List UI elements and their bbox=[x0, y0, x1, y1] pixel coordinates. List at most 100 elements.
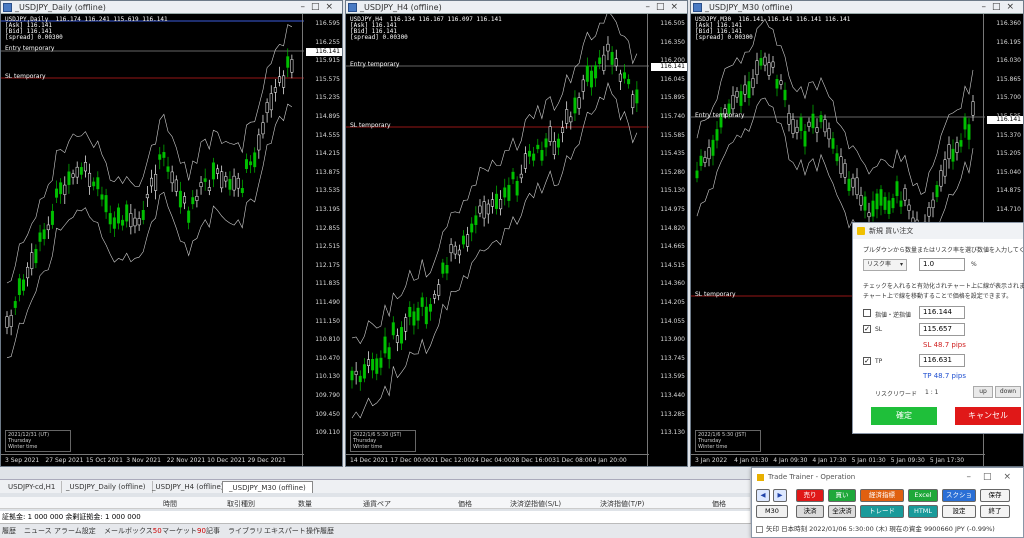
candle bbox=[387, 347, 391, 360]
hint-text-1: チェックを入れると有効化されチャート上に線が表示されます。 bbox=[863, 283, 1024, 290]
candle bbox=[495, 193, 498, 209]
confirm-button[interactable]: 確定 bbox=[871, 407, 937, 425]
time-tick: 24 Dec 04:00 bbox=[471, 457, 512, 464]
col-tp[interactable]: 決済指値(T/P) bbox=[600, 499, 644, 509]
chart-window-daily[interactable]: _USDJPY_Daily (offline) –□× USDJPY,Daily… bbox=[0, 0, 343, 467]
arrow-checkbox[interactable] bbox=[756, 525, 763, 533]
risk-mode-select[interactable]: リスク率 bbox=[863, 259, 907, 271]
price-tick: 114.665 bbox=[660, 243, 685, 251]
economic-indicator-button[interactable]: 経済指標 bbox=[860, 489, 904, 502]
sl-price-input[interactable]: 115.657 bbox=[919, 323, 965, 336]
terminal-tab[interactable]: ニュース bbox=[24, 526, 52, 536]
excel-button[interactable]: Excel bbox=[908, 489, 938, 502]
candle bbox=[253, 152, 257, 168]
save-button[interactable]: 保存 bbox=[980, 489, 1010, 502]
candle bbox=[174, 179, 178, 192]
time-tick: 14 Dec 2021 bbox=[350, 457, 389, 464]
order-icon bbox=[857, 227, 865, 235]
price-tick: 113.875 bbox=[315, 168, 340, 176]
time-scale[interactable]: 3 Sep 2021 27 Sep 2021 15 Oct 2021 3 Nov 20… bbox=[1, 454, 304, 466]
window-controls[interactable]: –□× bbox=[966, 468, 1023, 486]
tab-daily[interactable]: _USDJPY_Daily (offline) bbox=[60, 481, 153, 493]
cancel-button[interactable]: キャンセル bbox=[955, 407, 1021, 425]
col-price[interactable]: 価格 bbox=[458, 499, 472, 509]
sl-checkbox[interactable]: ✓ bbox=[863, 325, 871, 333]
terminal-tab[interactable]: ライブラリ bbox=[228, 526, 263, 536]
tab-m30[interactable]: _USDJPY_M30 (offline) bbox=[222, 481, 313, 493]
terminal-tab[interactable]: アラーム設定 bbox=[54, 526, 96, 536]
candle bbox=[121, 219, 125, 226]
candle bbox=[75, 166, 79, 178]
trainer-title-bar[interactable]: Trade Trainer - Operation –□× bbox=[752, 468, 1023, 486]
tab-h4[interactable]: _USDJPY_H4 (offline) bbox=[146, 481, 231, 493]
tab-usdjpy-h1[interactable]: USDJPY-cd,H1 bbox=[2, 481, 63, 493]
trade-button[interactable]: トレード bbox=[860, 505, 904, 518]
candle bbox=[273, 87, 277, 93]
screenshot-button[interactable]: スクショ bbox=[942, 489, 976, 502]
chart-icon bbox=[693, 3, 702, 12]
entry-checkbox[interactable] bbox=[863, 309, 871, 317]
price-scale[interactable]: 116.505 116.350 116.200 116.045 115.895 115.7… bbox=[647, 14, 687, 466]
sell-button[interactable]: 売り bbox=[796, 489, 824, 502]
candle bbox=[532, 153, 536, 161]
next-arrow-button[interactable]: ▶ bbox=[773, 489, 787, 502]
close-position-button[interactable]: 決済 bbox=[796, 505, 824, 518]
candle bbox=[416, 307, 420, 321]
price-tick: 116.595 bbox=[315, 20, 340, 27]
time-scale[interactable]: 14 Dec 2021 17 Dec 00:00 21 Dec 12:00 24 De… bbox=[346, 454, 649, 466]
candle bbox=[55, 188, 59, 198]
col-price2[interactable]: 価格 bbox=[712, 499, 726, 509]
dialog-title: 新規 買い注文 bbox=[869, 227, 914, 235]
up-button[interactable]: up bbox=[973, 386, 993, 398]
window-title-bar[interactable]: _USDJPY_M30 (offline) –□× bbox=[691, 1, 1023, 14]
buy-button[interactable]: 買い bbox=[828, 489, 856, 502]
price-tick: 109.790 bbox=[315, 392, 340, 399]
terminal-tab[interactable]: 記事 bbox=[206, 526, 220, 536]
settings-button[interactable]: 設定 bbox=[942, 505, 976, 518]
risk-input[interactable]: 1.0 bbox=[919, 258, 965, 271]
price-tick: 115.700 bbox=[996, 94, 1021, 102]
terminal-tab[interactable]: メールボックス50 bbox=[104, 526, 162, 536]
html-button[interactable]: HTML bbox=[908, 505, 938, 518]
candle bbox=[548, 126, 552, 142]
dialog-title-bar[interactable]: 新規 買い注文 bbox=[853, 223, 1023, 239]
terminal-tab[interactable]: 操作履歴 bbox=[306, 526, 334, 536]
candle bbox=[703, 157, 707, 163]
terminal-tab[interactable]: マーケット90 bbox=[162, 526, 206, 536]
sl-label: SL bbox=[875, 326, 883, 333]
terminal-tab[interactable]: エキスパート bbox=[264, 526, 306, 536]
window-title-bar[interactable]: _USDJPY_Daily (offline) –□× bbox=[1, 1, 342, 14]
col-type[interactable]: 取引種別 bbox=[227, 499, 255, 509]
candle bbox=[875, 193, 879, 210]
timeframe-select[interactable]: M30 bbox=[756, 505, 788, 518]
candle bbox=[767, 62, 771, 76]
prev-arrow-button[interactable]: ◀ bbox=[756, 489, 770, 502]
candle bbox=[26, 266, 30, 279]
window-controls[interactable]: –□× bbox=[981, 1, 1020, 14]
window-controls[interactable]: –□× bbox=[300, 1, 339, 14]
candle bbox=[755, 60, 759, 76]
tp-checkbox[interactable]: ✓ bbox=[863, 357, 871, 365]
window-controls[interactable]: –□× bbox=[645, 1, 684, 14]
tp-price-input[interactable]: 116.631 bbox=[919, 354, 965, 367]
candle bbox=[59, 182, 63, 195]
terminal-tab[interactable]: 履歴 bbox=[2, 526, 16, 536]
price-tick: 114.555 bbox=[315, 131, 340, 139]
exit-button[interactable]: 終了 bbox=[980, 505, 1010, 518]
window-title-bar[interactable]: _USDJPY_H4 (offline) –□× bbox=[346, 1, 687, 14]
terminal-tab-count: 50 bbox=[152, 527, 162, 535]
price-scale[interactable]: 116.595 116.255 115.915 115.575 115.235 114.8… bbox=[302, 14, 342, 466]
entry-price-input[interactable]: 116.144 bbox=[919, 306, 965, 319]
col-sl[interactable]: 決済逆指値(S/L) bbox=[510, 499, 561, 509]
close-all-button[interactable]: 全決済 bbox=[828, 505, 856, 518]
time-scale[interactable]: 3 Jan 2022 4 Jan 01:30 4 Jan 09:30 4 Jan 17… bbox=[691, 454, 985, 466]
candle bbox=[63, 184, 67, 195]
col-volume[interactable]: 数量 bbox=[298, 499, 312, 509]
chart-window-h4[interactable]: _USDJPY_H4 (offline) –□× USDJPY,H4 116.1… bbox=[345, 0, 688, 467]
price-tick: 112.175 bbox=[315, 261, 340, 269]
candle bbox=[581, 79, 585, 92]
col-time[interactable]: 時間 bbox=[163, 499, 177, 509]
col-symbol[interactable]: 通貨ペア bbox=[363, 499, 391, 509]
candle bbox=[751, 78, 755, 89]
down-button[interactable]: down bbox=[995, 386, 1021, 398]
